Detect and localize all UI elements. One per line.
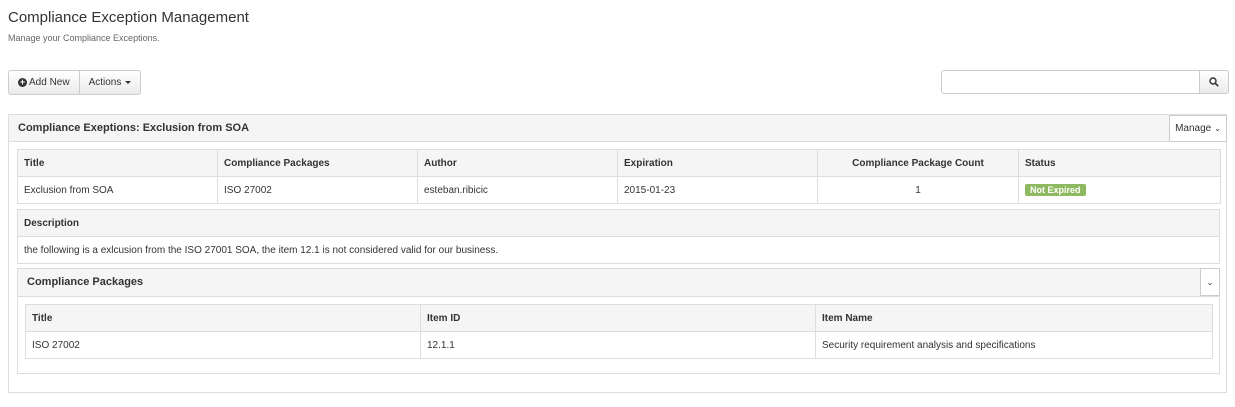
exception-table: Title Compliance Packages Author Expirat…: [17, 149, 1221, 204]
column-header: Expiration: [617, 149, 818, 177]
search-group: [941, 70, 1229, 94]
table-header-row: Title Item ID Item Name: [25, 304, 1213, 332]
description-row: the following is a exlcusion from the IS…: [17, 236, 1220, 264]
cell-expiration: 2015-01-23: [617, 176, 818, 204]
search-button[interactable]: [1200, 70, 1229, 94]
actions-dropdown-button[interactable]: Actions: [79, 70, 142, 95]
panel-heading: Compliance Exeptions: Exclusion from SOA…: [9, 115, 1227, 142]
column-header: Item Name: [815, 304, 1213, 332]
toolbar: + Add New Actions: [8, 70, 142, 95]
compliance-packages-title: Compliance Packages: [27, 276, 144, 288]
description-header-row: Description: [17, 209, 1220, 237]
description-text: the following is a exlcusion from the IS…: [17, 236, 1220, 264]
caret-down-icon: [125, 81, 132, 84]
column-header: Compliance Package Count: [817, 149, 1019, 177]
cell-packages: ISO 27002: [217, 176, 418, 204]
cell-status: Not Expired: [1018, 176, 1221, 204]
table-header-row: Title Compliance Packages Author Expirat…: [17, 149, 1221, 177]
search-input[interactable]: [941, 70, 1200, 94]
add-new-label: Add New: [29, 77, 70, 88]
search-icon: [1209, 77, 1219, 87]
cell-package-title: ISO 27002: [25, 331, 421, 359]
table-row: ISO 27002 12.1.1 Security requirement an…: [25, 331, 1213, 359]
chevron-down-icon: ⌄: [1206, 277, 1214, 287]
column-header: Author: [417, 149, 618, 177]
cell-title: Exclusion from SOA: [17, 176, 218, 204]
cell-item-name: Security requirement analysis and specif…: [815, 331, 1213, 359]
column-header: Item ID: [420, 304, 816, 332]
table-row: Exclusion from SOA ISO 27002 esteban.rib…: [17, 176, 1221, 204]
description-table: Description the following is a exlcusion…: [17, 209, 1220, 264]
cell-item-id: 12.1.1: [420, 331, 816, 359]
page-subtitle: Manage your Compliance Exceptions.: [8, 33, 160, 43]
compliance-packages-table: Title Item ID Item Name ISO 27002 12.1.1…: [25, 304, 1213, 359]
cell-count: 1: [817, 176, 1019, 204]
compliance-packages-heading: Compliance Packages ⌄: [18, 268, 1220, 297]
column-header: Status: [1018, 149, 1221, 177]
cell-author: esteban.ribicic: [417, 176, 618, 204]
plus-circle-icon: +: [18, 77, 27, 87]
panel-title: Compliance Exeptions: Exclusion from SOA: [18, 122, 250, 134]
column-header: Title: [25, 304, 421, 332]
add-new-button[interactable]: + Add New: [8, 70, 80, 95]
manage-label: Manage: [1175, 123, 1212, 134]
column-header: Compliance Packages: [217, 149, 418, 177]
chevron-down-icon: ⌄: [1214, 124, 1221, 133]
description-header: Description: [17, 209, 1220, 237]
column-header: Title: [17, 149, 218, 177]
status-badge: Not Expired: [1025, 184, 1086, 196]
collapse-button[interactable]: ⌄: [1200, 268, 1220, 296]
manage-button[interactable]: Manage ⌄: [1169, 115, 1227, 142]
page-title: Compliance Exception Management: [8, 9, 249, 26]
actions-label: Actions: [88, 77, 122, 88]
